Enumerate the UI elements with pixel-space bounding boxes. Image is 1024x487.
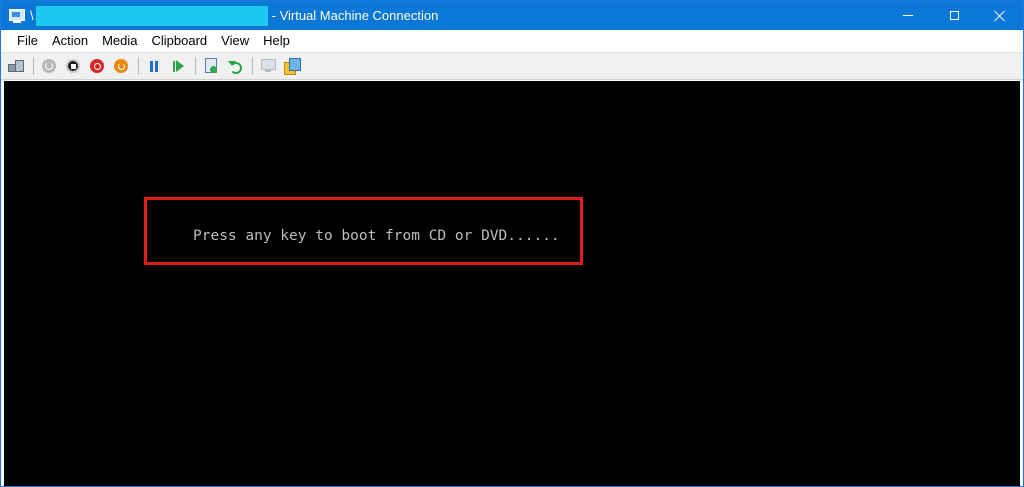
turn-off-button[interactable]	[62, 55, 84, 77]
close-button[interactable]	[977, 1, 1023, 30]
menu-file[interactable]: File	[10, 30, 45, 52]
menu-media[interactable]: Media	[95, 30, 144, 52]
boot-message: Press any key to boot from CD or DVD....…	[193, 228, 560, 244]
window-title: - Virtual Machine Connection	[271, 8, 439, 23]
ctrl-alt-del-icon	[8, 60, 24, 72]
vm-connection-app-icon[interactable]	[9, 8, 25, 23]
revert-button[interactable]	[224, 55, 246, 77]
title-bar[interactable]: \ - Virtual Machine Connection	[1, 1, 1023, 30]
toolbar-separator	[33, 57, 34, 75]
menu-action[interactable]: Action	[45, 30, 95, 52]
menu-bar: File Action Media Clipboard View Help	[1, 30, 1023, 52]
vm-connection-window: \ - Virtual Machine Connection File Acti…	[0, 0, 1024, 487]
share-icon	[284, 58, 301, 75]
pause-button[interactable]	[143, 55, 165, 77]
checkpoint-button[interactable]	[200, 55, 222, 77]
toolbar	[1, 52, 1023, 80]
vm-display[interactable]: Press any key to boot from CD or DVD....…	[4, 81, 1020, 486]
start-button[interactable]	[38, 55, 60, 77]
minimize-icon	[903, 15, 913, 16]
enhanced-session-button[interactable]	[257, 55, 279, 77]
shut-down-button[interactable]	[86, 55, 108, 77]
turn-off-icon	[66, 59, 80, 73]
start-icon	[42, 59, 56, 73]
shut-down-icon	[90, 59, 104, 73]
maximize-button[interactable]	[931, 1, 977, 30]
ctrl-alt-del-button[interactable]	[5, 55, 27, 77]
share-button[interactable]	[281, 55, 303, 77]
minimize-button[interactable]	[885, 1, 931, 30]
menu-help[interactable]: Help	[256, 30, 297, 52]
resume-icon	[172, 60, 184, 72]
toolbar-separator	[195, 57, 196, 75]
window-controls	[885, 1, 1023, 30]
title-prefix: \	[30, 8, 34, 23]
save-icon	[114, 59, 128, 73]
close-icon	[994, 10, 1006, 22]
menu-clipboard[interactable]: Clipboard	[145, 30, 215, 52]
menu-view[interactable]: View	[214, 30, 256, 52]
maximize-icon	[949, 11, 959, 20]
redacted-host-name	[35, 5, 268, 26]
enhanced-session-icon	[260, 59, 276, 73]
toolbar-separator	[252, 57, 253, 75]
toolbar-separator	[138, 57, 139, 75]
checkpoint-icon	[204, 58, 218, 74]
revert-icon	[228, 59, 242, 74]
pause-icon	[150, 60, 158, 72]
save-button[interactable]	[110, 55, 132, 77]
resume-button[interactable]	[167, 55, 189, 77]
